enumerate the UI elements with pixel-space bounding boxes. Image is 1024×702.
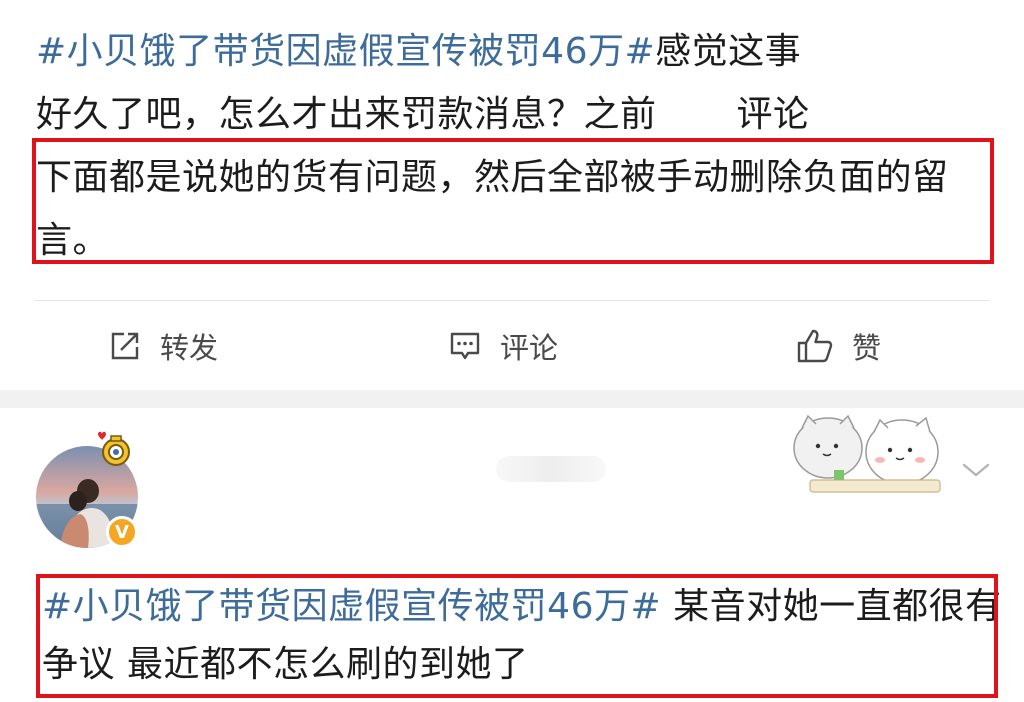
verified-badge: V <box>106 516 138 548</box>
post-text-line1: 感觉这事 <box>655 31 802 72</box>
hashtag-link[interactable]: #小贝饿了带货因虚假宣传被罚46万# <box>36 31 655 72</box>
post-text-1: #小贝饿了带货因虚假宣传被罚46万#感觉这事 好久了吧，怎么才出来罚款消息？之前… <box>36 20 996 272</box>
cat-sticker-icon <box>793 414 941 493</box>
like-label: 赞 <box>852 331 882 365</box>
repost-button[interactable]: 转发 <box>108 316 218 376</box>
post-text-2: #小贝饿了带货因虚假宣传被罚46万# 某音对她一直都很有争议 最近都不怎么刷的到… <box>42 578 1002 694</box>
post-card-1: #小贝饿了带货因虚假宣传被罚46万#感觉这事 好久了吧，怎么才出来罚款消息？之前… <box>0 0 1024 390</box>
username-redacted <box>496 456 606 482</box>
comment-label: 评论 <box>500 331 559 365</box>
thumbs-up-icon <box>797 329 833 363</box>
comment-button[interactable]: 评论 <box>448 316 558 376</box>
post-text-line2: 好久了吧，怎么才出来罚款消息？之前 <box>36 94 657 135</box>
post-text-highlight: 下面都是说她的货有问题，然后全部被手动删除负面的留言。 <box>36 157 949 261</box>
comment-icon <box>450 332 480 360</box>
action-bar: 转发 评论 赞 <box>0 316 1024 376</box>
like-button[interactable]: 赞 <box>796 316 881 376</box>
divider <box>34 300 990 301</box>
camera-sticker-icon <box>98 431 130 466</box>
feed-separator <box>0 390 1024 408</box>
repost-icon <box>111 332 139 360</box>
chevron-down-icon[interactable] <box>960 460 992 480</box>
hashtag-link-2[interactable]: #小贝饿了带货因虚假宣传被罚46万# <box>42 586 661 627</box>
post-card-2: V #小贝饿了带货因虚假宣传被罚46万# 某音对她一直都很有争议 最近都不怎么刷… <box>0 408 1024 702</box>
repost-label: 转发 <box>160 331 219 365</box>
post-text-line2-tail: 评论 <box>736 94 810 135</box>
